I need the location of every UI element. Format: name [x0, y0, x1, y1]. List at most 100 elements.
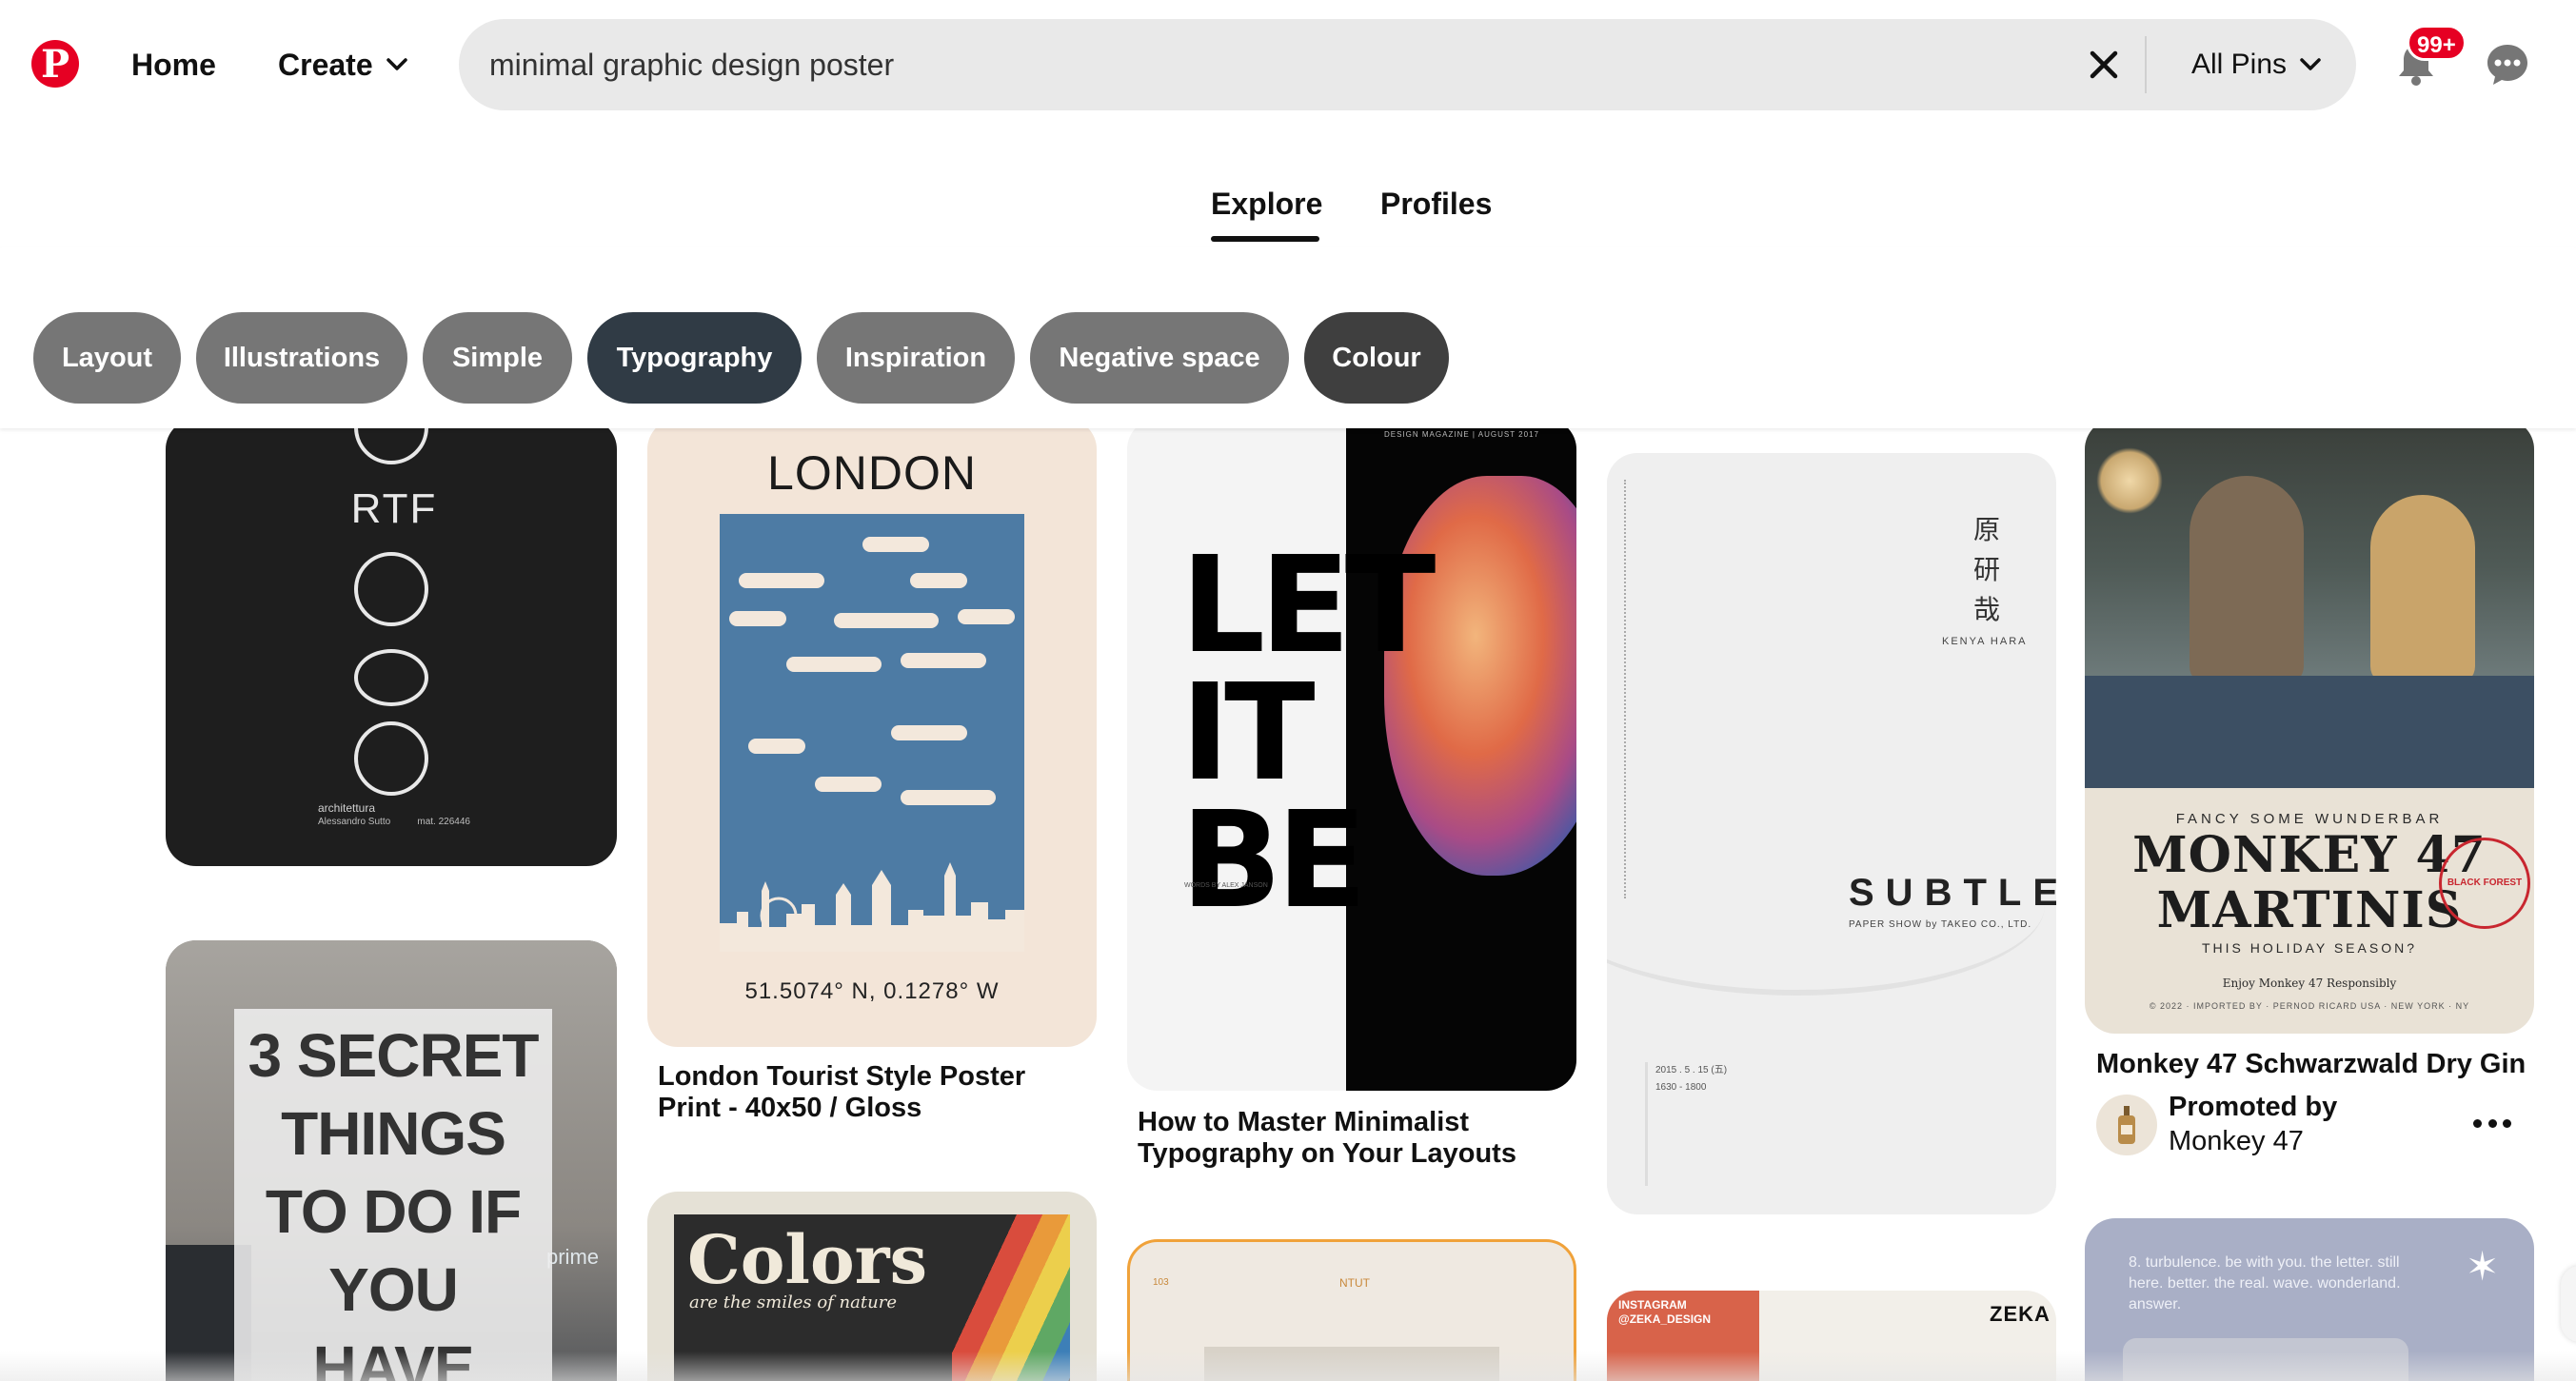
poster-circle-shape — [354, 552, 428, 626]
black-forest-stamp: BLACK FOREST — [2439, 838, 2530, 929]
scroll-button[interactable] — [2561, 1266, 2576, 1342]
cloud-shape — [958, 609, 1015, 624]
chip-inspiration[interactable]: Inspiration — [817, 312, 1015, 404]
pin-3-secret-things[interactable]: prime 3 SECRET THINGS TO DO IF YOU HAVE — [166, 940, 617, 1381]
headline-line: TO DO IF — [265, 1177, 522, 1246]
nav-home-link[interactable]: Home — [131, 42, 216, 88]
headline-line: YOU — [328, 1255, 459, 1324]
event-time: 1630 - 1800 — [1655, 1082, 1707, 1093]
search-filter-dropdown[interactable]: All Pins — [2191, 42, 2321, 88]
pin-dark-circles-poster[interactable]: RTF architettura Alessandro Sutto mat. 2… — [166, 428, 617, 866]
person-shape — [2370, 495, 2475, 685]
poster-title: Colors — [687, 1220, 927, 1299]
poster-title: LONDON — [767, 446, 977, 500]
chevron-down-icon — [2300, 58, 2321, 71]
poster-caption: architettura — [318, 801, 376, 815]
pin-london-poster[interactable]: LONDON 51.5074° N, 0.1278° W — [647, 428, 1097, 1047]
headline-line: 3 SECRET — [248, 1021, 540, 1090]
active-tab-underline — [1211, 236, 1319, 242]
messages-icon[interactable] — [2485, 42, 2530, 88]
promoted-by-label: Promoted by — [2169, 1092, 2338, 1122]
cloud-shape — [901, 653, 986, 668]
cloud-shape — [901, 790, 996, 805]
filter-chips-bar: Layout Illustrations Simple Typography I… — [0, 247, 2576, 428]
cloud-shape — [786, 657, 882, 672]
instagram-label: INSTAGRAM — [1618, 1298, 1687, 1312]
article-byline: WORDS BY ALEX JANSON — [1184, 882, 1268, 889]
cloud-shape — [910, 573, 967, 588]
chip-negative-space[interactable]: Negative space — [1030, 312, 1289, 404]
instagram-handle: @ZEKA_DESIGN — [1618, 1312, 1712, 1326]
advertiser-avatar[interactable] — [2096, 1095, 2157, 1155]
lamp-shape — [2096, 447, 2163, 514]
poster-sky-illustration — [720, 514, 1024, 952]
chip-colour[interactable]: Colour — [1304, 312, 1449, 404]
nav-create-label: Create — [278, 48, 373, 82]
search-divider — [2145, 36, 2147, 93]
dinner-party-photo — [2085, 428, 2534, 788]
london-skyline-illustration — [720, 862, 1024, 952]
truck-text: prime — [546, 1245, 600, 1269]
pin-headline: 3 SECRET THINGS TO DO IF YOU HAVE — [234, 1016, 552, 1381]
event-date: 2015 . 5 . 15 (五) — [1655, 1065, 1728, 1075]
poster-brand: ZEKA — [1990, 1302, 2051, 1326]
search-input[interactable] — [489, 42, 2012, 88]
cloud-shape — [739, 573, 824, 588]
poster-dotted-line — [1624, 480, 1627, 898]
more-options-icon[interactable] — [2473, 1114, 2511, 1133]
poster-credits: Alessandro Sutto mat. 226446 — [318, 817, 470, 827]
poster-subtitle: are the smiles of nature — [689, 1292, 897, 1312]
bottom-fade — [0, 1351, 2576, 1381]
tab-explore[interactable]: Explore — [1211, 181, 1322, 227]
tab-profiles[interactable]: Profiles — [1380, 181, 1492, 227]
poster-rtf-text: RTF — [350, 485, 438, 532]
pin-title[interactable]: How to Master Minimalist Typography on Y… — [1138, 1107, 1575, 1170]
headline-line: IT — [1180, 656, 1316, 811]
poster-circle-shape — [354, 721, 428, 796]
cloud-shape — [834, 613, 939, 628]
cloud-shape — [862, 537, 929, 552]
star-icon: ✶ — [2466, 1244, 2500, 1289]
pin-monkey-47-ad[interactable]: FANCY SOME WUNDERBAR MONKEY 47 MARTINIS … — [2085, 428, 2534, 1034]
pin-let-it-be-poster[interactable]: DESIGN MAGAZINE | AUGUST 2017 LET IT BE … — [1127, 428, 1576, 1091]
search-bar: All Pins — [459, 19, 2356, 110]
poster-instagram-label: INSTAGRAM @ZEKA_DESIGN — [1618, 1298, 1711, 1327]
cloud-shape — [729, 611, 786, 626]
ad-kicker: FANCY SOME WUNDERBAR — [2175, 811, 2444, 827]
nav-create-menu[interactable]: Create — [278, 42, 407, 88]
cloud-shape — [815, 777, 882, 792]
cloud-shape — [891, 725, 967, 740]
chevron-down-icon — [386, 58, 407, 71]
chip-layout[interactable]: Layout — [33, 312, 181, 404]
pinterest-logo-icon[interactable]: P — [31, 40, 79, 88]
notifications-badge: 99+ — [2407, 25, 2467, 61]
chip-simple[interactable]: Simple — [423, 312, 572, 404]
search-tabs: Explore Profiles — [0, 181, 2576, 247]
chip-illustrations[interactable]: Illustrations — [196, 312, 407, 404]
chip-typography[interactable]: Typography — [587, 312, 802, 404]
poster-circle-shape — [354, 649, 428, 706]
magazine-header: DESIGN MAGAZINE | AUGUST 2017 — [1384, 430, 1539, 439]
person-shape — [2190, 476, 2304, 685]
ad-responsibility: Enjoy Monkey 47 Responsibly — [2222, 977, 2397, 990]
poster-label: NTUT — [1339, 1276, 1370, 1290]
headline-line: BE — [1180, 783, 1367, 938]
pin-title[interactable]: London Tourist Style Poster Print - 40x5… — [658, 1061, 1096, 1124]
pin-grid: RTF architettura Alessandro Sutto mat. 2… — [0, 428, 2576, 1381]
poster-kanji: 原研哉 — [1973, 514, 2001, 625]
search-filter-label: All Pins — [2191, 49, 2288, 80]
pin-subtle-poster[interactable]: 原研哉 KENYA HARA SUBTLE PAPER SHOW by TAKE… — [1607, 453, 2056, 1214]
poster-circle-shape — [354, 428, 428, 464]
ad-subline: THIS HOLIDAY SEASON? — [2202, 940, 2417, 956]
pin-headline: LET IT BE — [1180, 540, 1436, 938]
poster-subtitle: PAPER SHOW by TAKEO CO., LTD. — [1849, 919, 2032, 930]
poster-mat: mat. 226446 — [417, 817, 470, 827]
ad-legal: © 2022 · IMPORTED BY · PERNOD RICARD USA… — [2149, 1001, 2470, 1011]
pin-title[interactable]: Monkey 47 Schwarzwald Dry Gin — [2096, 1049, 2534, 1080]
poster-poem-text: 8. turbulence. be with you. the letter. … — [2129, 1254, 2401, 1312]
poster-tag: 103 — [1153, 1277, 1169, 1288]
clear-search-icon[interactable] — [2085, 46, 2123, 84]
poster-title: SUBTLE — [1849, 872, 2056, 914]
advertiser-name[interactable]: Monkey 47 — [2169, 1125, 2304, 1157]
poster-coordinates: 51.5074° N, 0.1278° W — [744, 978, 1000, 1004]
